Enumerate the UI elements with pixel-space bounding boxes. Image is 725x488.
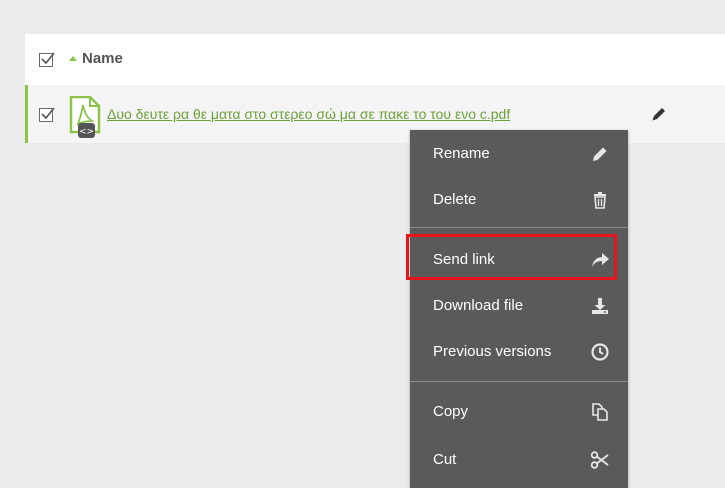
- menu-item-label: Delete: [433, 191, 477, 208]
- menu-item-copy[interactable]: Copy: [410, 389, 628, 435]
- menu-separator: [410, 381, 628, 382]
- select-all-checkbox[interactable]: [39, 52, 55, 67]
- menu-item-label: Send link: [433, 251, 495, 268]
- menu-separator: [410, 227, 628, 228]
- file-select-checkbox[interactable]: [39, 107, 55, 122]
- pencil-icon: [593, 147, 607, 161]
- scissors-icon: [590, 451, 609, 469]
- context-menu: Rename Delete Send link Download file Pr…: [410, 130, 628, 488]
- pencil-icon[interactable]: [650, 105, 668, 123]
- sort-ascending-icon[interactable]: [69, 56, 77, 61]
- download-icon: [592, 298, 608, 314]
- checkmark-icon: [41, 52, 55, 65]
- copy-icon: [592, 403, 608, 421]
- file-list-header: Name: [25, 34, 725, 85]
- clock-icon: [591, 343, 609, 361]
- menu-item-label: Cut: [433, 451, 457, 468]
- menu-item-rename[interactable]: Rename: [410, 131, 628, 177]
- menu-item-label: Download file: [433, 297, 524, 314]
- menu-item-delete[interactable]: Delete: [410, 177, 628, 223]
- menu-item-download-file[interactable]: Download file: [410, 283, 628, 329]
- file-name-link[interactable]: Δυο δευτε ρα θε ματα στο στερεο σώ μα σε…: [107, 106, 510, 122]
- menu-item-send-link[interactable]: Send link: [410, 237, 628, 283]
- name-column-header[interactable]: Name: [82, 50, 123, 67]
- menu-item-label: Copy: [433, 403, 469, 420]
- menu-item-cut[interactable]: Cut: [410, 437, 628, 483]
- pdf-file-icon: <>: [69, 96, 101, 138]
- menu-item-previous-versions[interactable]: Previous versions: [410, 329, 628, 375]
- menu-item-label: Previous versions: [433, 343, 552, 360]
- checkmark-icon: [41, 107, 55, 120]
- trash-icon: [594, 192, 606, 209]
- menu-item-label: Rename: [433, 145, 490, 162]
- svg-text:<>: <>: [79, 127, 94, 137]
- share-arrow-icon: [592, 253, 609, 267]
